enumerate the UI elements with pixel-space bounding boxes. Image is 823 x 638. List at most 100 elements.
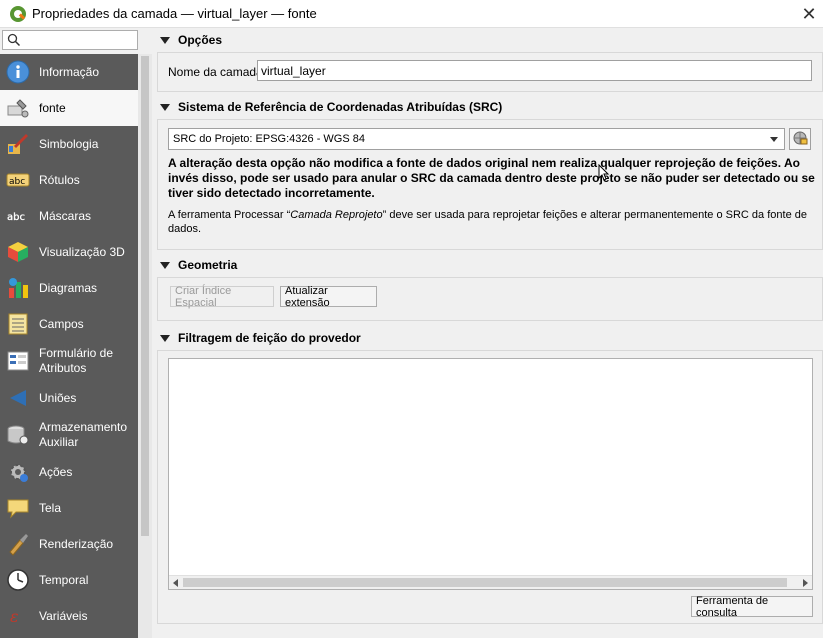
geometry-group: Criar Índice Espacial Atualizar extensão <box>157 277 823 321</box>
sidebar-scrollbar[interactable] <box>138 54 152 638</box>
section-geometry-header[interactable]: Geometria <box>154 255 823 275</box>
sidebar-item-renderizacao[interactable]: Renderização <box>0 526 138 562</box>
options-group: Nome da camada <box>157 52 823 92</box>
title-bar: Propriedades da camada — virtual_layer —… <box>0 0 823 28</box>
crs-select[interactable]: SRC do Projeto: EPSG:4326 - WGS 84 <box>168 128 785 150</box>
main-panel: Opções Nome da camada Sistema de Referên… <box>154 28 823 638</box>
section-filter-title: Filtragem de feição do provedor <box>178 331 361 345</box>
update-extent-button[interactable]: Atualizar extensão <box>280 285 377 309</box>
section-geometry-title: Geometria <box>178 258 238 272</box>
collapse-triangle-icon <box>160 103 170 111</box>
diagrams-icon <box>6 276 30 300</box>
source-wrench-icon <box>6 96 30 120</box>
sidebar-item-visualizacao-3d[interactable]: Visualização 3D <box>0 234 138 270</box>
sidebar-item-armazenamento-auxiliar[interactable]: Armazenamento Auxiliar <box>0 416 138 454</box>
sidebar-item-mascaras[interactable]: abc Máscaras <box>0 198 138 234</box>
crs-warning-text: A alteração desta opção não modifica a f… <box>168 156 818 201</box>
sidebar-item-tela[interactable]: Tela <box>0 490 138 526</box>
sidebar-item-temporal[interactable]: Temporal <box>0 562 138 598</box>
sidebar-item-label: Uniões <box>39 390 77 405</box>
scroll-left-icon[interactable] <box>173 579 178 587</box>
filter-expression-textarea[interactable] <box>168 358 813 590</box>
sidebar-item-label: Máscaras <box>39 208 92 223</box>
attributes-form-icon <box>6 349 30 373</box>
sidebar-item-diagramas[interactable]: Diagramas <box>0 270 138 306</box>
filter-horizontal-scrollbar[interactable] <box>169 575 812 589</box>
layer-name-label: Nome da camada <box>168 65 263 79</box>
rendering-brush-icon <box>6 532 30 556</box>
filter-group: Ferramenta de consulta <box>157 350 823 624</box>
sidebar-item-label: Informação <box>39 64 100 79</box>
crs-info-line-2: dados. <box>168 223 202 235</box>
sidebar-item-label: fonte <box>39 100 66 115</box>
section-crs-title: Sistema de Referência de Coordenadas Atr… <box>178 100 503 114</box>
mouse-cursor-icon <box>598 164 610 181</box>
sidebar-item-simbologia[interactable]: Simbologia <box>0 126 138 162</box>
fields-icon <box>6 312 30 336</box>
sidebar-item-label: Renderização <box>39 536 114 551</box>
crs-select-value: SRC do Projeto: EPSG:4326 - WGS 84 <box>173 133 365 145</box>
sidebar-item-label: Visualização 3D <box>39 244 125 259</box>
auxiliary-storage-icon <box>6 423 30 447</box>
3d-cube-icon <box>6 240 30 264</box>
layer-name-input[interactable] <box>257 60 812 81</box>
temporal-clock-icon <box>6 568 30 592</box>
variables-icon: ε <box>6 604 30 628</box>
sidebar-item-fonte[interactable]: fonte <box>0 90 138 126</box>
crs-info-text: A ferramenta Processar “Camada Reprojeto… <box>168 208 818 236</box>
collapse-triangle-icon <box>160 334 170 342</box>
sidebar-item-label: Armazenamento Auxiliar <box>39 420 128 449</box>
sidebar-item-informacao[interactable]: Informação <box>0 54 138 90</box>
sidebar-nav-list: Informação fonte Simbologia abc Rótulos … <box>0 54 138 638</box>
qgis-logo-icon <box>10 5 26 22</box>
svg-text:abc: abc <box>9 177 25 187</box>
sidebar-item-label: Variáveis <box>39 608 88 623</box>
sidebar-item-variaveis[interactable]: ε Variáveis <box>0 598 138 634</box>
sidebar-item-label: Rótulos <box>39 172 80 187</box>
sidebar-item-label: Tela <box>39 500 62 515</box>
crs-group: SRC do Projeto: EPSG:4326 - WGS 84 A alt… <box>157 119 823 250</box>
sidebar-item-label: Ações <box>39 464 73 479</box>
symbology-brush-icon <box>6 132 30 156</box>
info-icon <box>6 60 30 84</box>
crs-selector-button[interactable] <box>789 128 811 150</box>
svg-text:ε: ε <box>10 607 19 626</box>
sidebar-search-box[interactable] <box>2 30 180 50</box>
collapse-triangle-icon <box>160 261 170 269</box>
actions-gear-icon <box>6 460 30 484</box>
sidebar-item-rotulos[interactable]: abc Rótulos <box>0 162 138 198</box>
section-filter-header[interactable]: Filtragem de feição do provedor <box>154 328 823 348</box>
sidebar-item-label: Temporal <box>39 572 89 587</box>
sidebar-item-unioes[interactable]: Uniões <box>0 380 138 416</box>
create-spatial-index-button[interactable]: Criar Índice Espacial <box>170 285 274 309</box>
window-title: Propriedades da camada — virtual_layer —… <box>32 6 317 21</box>
globe-icon <box>792 130 808 149</box>
labels-abc-icon: abc <box>6 168 30 192</box>
close-button[interactable]: ✕ <box>795 0 823 28</box>
crs-info-suffix: ” deve ser usada para reprojetar feições… <box>382 209 807 221</box>
sidebar-scrollbar-thumb[interactable] <box>141 56 149 536</box>
scroll-thumb[interactable] <box>183 578 787 587</box>
sidebar-item-acoes[interactable]: Ações <box>0 454 138 490</box>
crs-info-prefix: A ferramenta Processar “ <box>168 209 291 221</box>
search-icon <box>7 33 21 47</box>
display-bubble-icon <box>6 496 30 520</box>
crs-warning-line-3: tiver sido detectado incorretamente. <box>168 186 375 200</box>
section-crs-header[interactable]: Sistema de Referência de Coordenadas Atr… <box>154 97 823 117</box>
sidebar-item-label: Formulário de Atributos <box>39 346 114 375</box>
sidebar-item-label: Campos <box>39 316 84 331</box>
section-options-header[interactable]: Opções <box>154 30 823 50</box>
crs-warning-line-2: invés disso, pode ser usado para anular … <box>168 171 815 185</box>
sidebar-item-campos[interactable]: Campos <box>0 306 138 342</box>
section-options-title: Opções <box>178 33 223 47</box>
sidebar-item-formulario-atributos[interactable]: Formulário de Atributos <box>0 342 138 380</box>
sidebar-item-label: Diagramas <box>39 280 98 295</box>
crs-info-tool-name: Camada Reprojeto <box>290 209 383 221</box>
crs-warning-line-1: A alteração desta opção não modifica a f… <box>168 156 800 170</box>
query-builder-button[interactable]: Ferramenta de consulta <box>691 595 813 619</box>
masks-abc-icon: abc <box>6 204 30 228</box>
sidebar: Informação fonte Simbologia abc Rótulos … <box>0 28 180 638</box>
scroll-right-icon[interactable] <box>803 579 808 587</box>
chevron-down-icon <box>770 137 778 142</box>
joins-icon <box>6 386 30 410</box>
